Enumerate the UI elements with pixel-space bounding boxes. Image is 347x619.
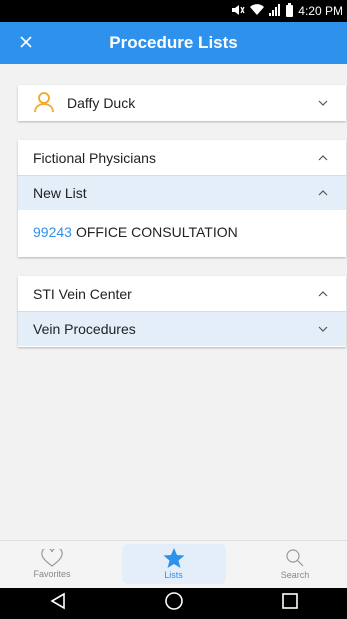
group-card-fictional-physicians: Fictional Physicians New List 99243 OFFI… <box>18 140 346 257</box>
group-title: Fictional Physicians <box>33 149 156 166</box>
close-icon <box>20 36 32 48</box>
group-card-sti-vein-center: STI Vein Center Vein Procedures <box>18 276 346 347</box>
sublist-title: New List <box>33 185 87 201</box>
signal-icon <box>269 3 281 19</box>
back-icon[interactable] <box>49 592 67 615</box>
system-nav-bar <box>0 588 347 619</box>
group-header[interactable]: STI Vein Center <box>18 276 346 311</box>
recents-icon[interactable] <box>281 592 299 615</box>
chevron-up-icon <box>316 287 330 301</box>
nav-lists-label: Lists <box>164 570 183 580</box>
app-bar: Procedure Lists <box>0 22 347 64</box>
patient-selector[interactable]: Daffy Duck <box>18 85 346 121</box>
group-header[interactable]: Fictional Physicians <box>18 140 346 175</box>
status-time: 4:20 PM <box>298 4 343 18</box>
close-button[interactable] <box>16 32 36 52</box>
wifi-icon <box>250 3 265 19</box>
nav-favorites-label: Favorites <box>33 569 71 579</box>
sublist-header[interactable]: New List <box>18 175 346 210</box>
star-icon <box>163 548 184 568</box>
nav-lists[interactable]: Lists <box>121 544 226 584</box>
user-icon <box>33 91 55 116</box>
sublist-header[interactable]: Vein Procedures <box>18 311 346 346</box>
bottom-nav: Favorites Lists Search <box>0 540 347 588</box>
chevron-down-icon <box>316 96 330 110</box>
chevron-down-icon <box>316 322 330 336</box>
nav-favorites[interactable]: Favorites <box>0 541 104 587</box>
nav-search-label: Search <box>280 570 310 580</box>
procedure-code: 99243 <box>33 224 72 240</box>
chevron-up-icon <box>316 151 330 165</box>
page-title: Procedure Lists <box>109 33 238 52</box>
group-title: STI Vein Center <box>33 285 132 302</box>
chevron-up-icon <box>316 186 330 200</box>
battery-icon <box>286 3 294 17</box>
search-icon <box>286 549 304 567</box>
sublist-title: Vein Procedures <box>33 321 136 337</box>
status-bar: 4:20 PM <box>0 0 347 22</box>
patient-name: Daffy Duck <box>67 95 136 111</box>
mute-icon <box>231 4 245 19</box>
nav-search[interactable]: Search <box>243 541 347 587</box>
home-icon[interactable] <box>164 591 184 616</box>
heart-icon <box>41 549 63 567</box>
procedure-description: OFFICE CONSULTATION <box>75 224 238 240</box>
procedure-item[interactable]: 99243 OFFICE CONSULTATION <box>18 210 346 254</box>
